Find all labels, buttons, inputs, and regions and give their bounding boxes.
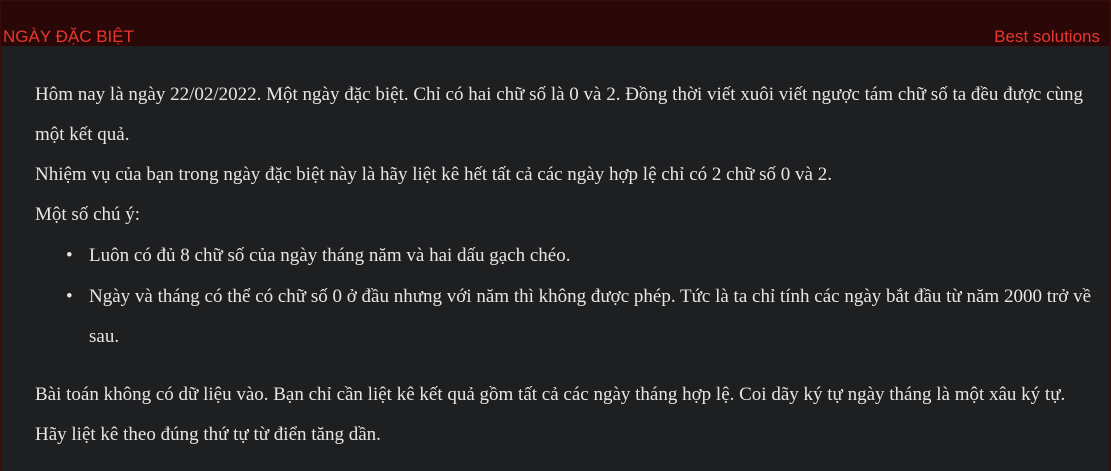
problem-title: NGÀY ĐẶC BIỆT [3, 27, 134, 46]
notes-list: • Luôn có đủ 8 chữ số của ngày tháng năm… [35, 236, 1100, 357]
header-bar: NGÀY ĐẶC BIỆT Best solutions [1, 1, 1110, 46]
statement-paragraph-4: Bài toán không có dữ liệu vào. Bạn chỉ c… [35, 384, 1066, 445]
list-item: • Ngày và tháng có thể có chữ số 0 ở đầu… [66, 277, 1100, 357]
problem-statement: Hôm nay là ngày 22/02/2022. Một ngày đặc… [35, 79, 1100, 455]
note-text: Luôn có đủ 8 chữ số của ngày tháng năm v… [89, 245, 571, 266]
notes-heading: Một số chú ý: [35, 204, 141, 225]
statement-paragraph-1: Hôm nay là ngày 22/02/2022. Một ngày đặc… [35, 84, 1084, 145]
best-solutions-link[interactable]: Best solutions [994, 27, 1100, 47]
problem-page: NGÀY ĐẶC BIỆT Best solutions Hôm nay là … [0, 0, 1111, 471]
list-item: • Luôn có đủ 8 chữ số của ngày tháng năm… [66, 236, 1100, 276]
note-text: Ngày và tháng có thể có chữ số 0 ở đầu n… [89, 286, 1092, 347]
bullet-icon: • [66, 286, 73, 307]
statement-paragraph-2: Nhiệm vụ của bạn trong ngày đặc biệt này… [35, 164, 832, 185]
bullet-icon: • [66, 245, 73, 266]
